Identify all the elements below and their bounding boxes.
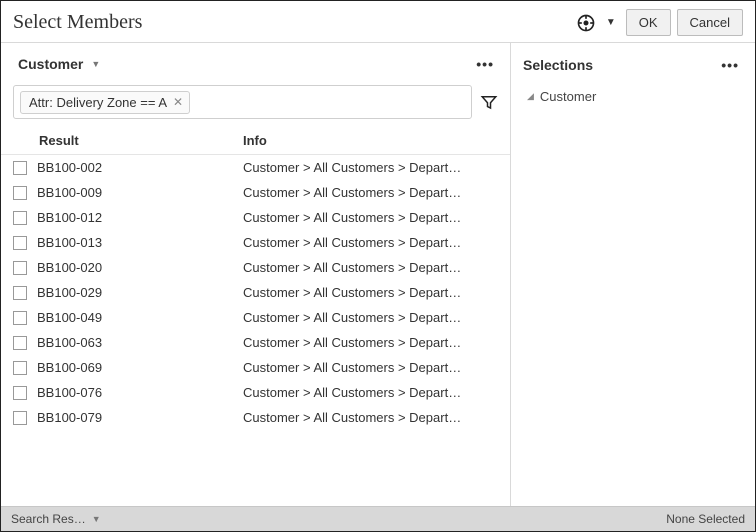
row-result: BB100-009 xyxy=(37,185,243,200)
row-checkbox[interactable] xyxy=(13,311,27,325)
footer-view-selector[interactable]: Search Res… ▼ xyxy=(11,512,101,526)
collapse-icon: ◢ xyxy=(527,91,534,102)
members-panel-header: Customer ▼ ••• xyxy=(1,43,510,81)
row-result: BB100-012 xyxy=(37,210,243,225)
table-row[interactable]: BB100-079Customer > All Customers > Depa… xyxy=(1,405,508,430)
dimension-selector[interactable]: Customer ▼ xyxy=(13,51,109,77)
chip-remove-icon[interactable]: ✕ xyxy=(173,95,183,109)
dimension-label: Customer xyxy=(18,56,83,72)
row-checkbox[interactable] xyxy=(13,211,27,225)
row-checkbox[interactable] xyxy=(13,336,27,350)
row-info: Customer > All Customers > Depart… xyxy=(243,360,496,375)
ok-button[interactable]: OK xyxy=(626,9,671,36)
members-panel: Customer ▼ ••• Attr: Delivery Zone == A … xyxy=(1,43,511,506)
row-result: BB100-002 xyxy=(37,160,243,175)
members-more-icon[interactable]: ••• xyxy=(472,52,498,76)
filter-chip-label: Attr: Delivery Zone == A xyxy=(29,95,167,110)
row-checkbox[interactable] xyxy=(13,361,27,375)
select-members-dialog: Select Members ▼ OK Cancel Custome xyxy=(0,0,756,532)
row-checkbox[interactable] xyxy=(13,386,27,400)
table-row[interactable]: BB100-029Customer > All Customers > Depa… xyxy=(1,280,508,305)
dialog-header: Select Members ▼ OK Cancel xyxy=(1,1,755,43)
row-info: Customer > All Customers > Depart… xyxy=(243,285,496,300)
row-info: Customer > All Customers > Depart… xyxy=(243,235,496,250)
dialog-title: Select Members xyxy=(13,11,142,34)
header-actions: ▼ OK Cancel xyxy=(576,9,743,36)
selections-more-icon[interactable]: ••• xyxy=(717,53,743,77)
row-result: BB100-063 xyxy=(37,335,243,350)
row-info: Customer > All Customers > Depart… xyxy=(243,385,496,400)
table-row[interactable]: BB100-069Customer > All Customers > Depa… xyxy=(1,355,508,380)
row-info: Customer > All Customers > Depart… xyxy=(243,260,496,275)
row-result: BB100-079 xyxy=(37,410,243,425)
row-checkbox[interactable] xyxy=(13,411,27,425)
row-info: Customer > All Customers > Depart… xyxy=(243,310,496,325)
row-result: BB100-076 xyxy=(37,385,243,400)
chevron-down-icon: ▼ xyxy=(92,514,101,524)
funnel-icon[interactable] xyxy=(480,93,498,111)
column-header-result: Result xyxy=(13,133,243,148)
results-table-body[interactable]: BB100-002Customer > All Customers > Depa… xyxy=(1,155,510,506)
row-checkbox[interactable] xyxy=(13,161,27,175)
help-dropdown-caret-icon[interactable]: ▼ xyxy=(602,17,620,28)
table-row[interactable]: BB100-049Customer > All Customers > Depa… xyxy=(1,305,508,330)
table-row[interactable]: BB100-063Customer > All Customers > Depa… xyxy=(1,330,508,355)
table-row[interactable]: BB100-012Customer > All Customers > Depa… xyxy=(1,205,508,230)
selections-title: Selections xyxy=(523,57,593,73)
results-table-header: Result Info xyxy=(1,127,510,155)
row-result: BB100-049 xyxy=(37,310,243,325)
table-row[interactable]: BB100-076Customer > All Customers > Depa… xyxy=(1,380,508,405)
results-table: Result Info BB100-002Customer > All Cust… xyxy=(1,127,510,506)
dialog-footer: Search Res… ▼ None Selected xyxy=(1,506,755,531)
table-row[interactable]: BB100-020Customer > All Customers > Depa… xyxy=(1,255,508,280)
row-info: Customer > All Customers > Depart… xyxy=(243,160,496,175)
table-row[interactable]: BB100-009Customer > All Customers > Depa… xyxy=(1,180,508,205)
filter-chip[interactable]: Attr: Delivery Zone == A ✕ xyxy=(20,91,190,114)
row-result: BB100-069 xyxy=(37,360,243,375)
filter-chips-container[interactable]: Attr: Delivery Zone == A ✕ xyxy=(13,85,472,119)
cancel-button[interactable]: Cancel xyxy=(677,9,743,36)
row-checkbox[interactable] xyxy=(13,286,27,300)
selection-item-label: Customer xyxy=(540,89,596,104)
table-row[interactable]: BB100-013Customer > All Customers > Depa… xyxy=(1,230,508,255)
selection-item[interactable]: ◢ Customer xyxy=(523,85,743,108)
chevron-down-icon: ▼ xyxy=(91,59,100,69)
row-checkbox[interactable] xyxy=(13,261,27,275)
help-icon[interactable] xyxy=(576,13,596,33)
row-checkbox[interactable] xyxy=(13,236,27,250)
row-info: Customer > All Customers > Depart… xyxy=(243,335,496,350)
column-header-info: Info xyxy=(243,133,498,148)
footer-status: None Selected xyxy=(666,512,745,526)
row-info: Customer > All Customers > Depart… xyxy=(243,210,496,225)
dialog-content: Customer ▼ ••• Attr: Delivery Zone == A … xyxy=(1,43,755,506)
row-info: Customer > All Customers > Depart… xyxy=(243,410,496,425)
footer-view-label: Search Res… xyxy=(11,512,86,526)
row-info: Customer > All Customers > Depart… xyxy=(243,185,496,200)
selections-panel: Selections ••• ◢ Customer xyxy=(511,43,755,506)
selections-panel-header: Selections ••• xyxy=(523,53,743,85)
table-row[interactable]: BB100-002Customer > All Customers > Depa… xyxy=(1,155,508,180)
row-checkbox[interactable] xyxy=(13,186,27,200)
row-result: BB100-020 xyxy=(37,260,243,275)
filter-row: Attr: Delivery Zone == A ✕ xyxy=(1,81,510,127)
row-result: BB100-013 xyxy=(37,235,243,250)
row-result: BB100-029 xyxy=(37,285,243,300)
